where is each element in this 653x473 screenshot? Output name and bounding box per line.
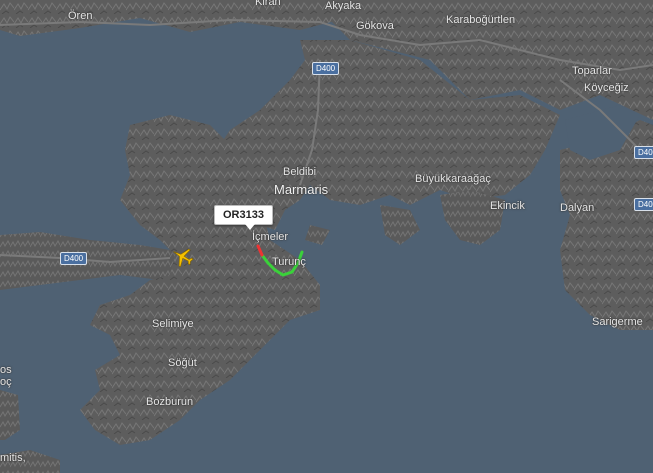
place-label-edge-3: mitis, [0,452,26,464]
place-label-edge-2: oç [0,376,12,388]
road-shield-d400: D400 [634,198,653,211]
place-label-akyaka: Akyaka [325,0,362,12]
place-label-buyukkaraagac: Büyükkaraağaç [415,173,491,185]
place-label-bozburun: Bozburun [146,396,194,408]
place-label-edge-1: os [0,364,12,376]
flight-tracker-map[interactable]: Ören Kiran Akyaka Gökova Karaboğürtlen T… [0,0,653,473]
place-label-karabogurtlen: Karaboğürtlen [446,14,516,26]
road-shield-d400: D400 [60,252,88,265]
place-label-kiran: Kiran [255,0,281,8]
place-label-koycegiz: Köyceğiz [584,82,629,94]
airplane-icon[interactable] [170,244,196,275]
road-shield-d400: D400 [312,62,340,75]
place-label-turunc: Turunç [272,256,306,268]
place-label-dalyan: Dalyan [560,202,595,214]
place-label-toparlar: Toparlar [572,65,612,77]
place-label-selimiye: Selimiye [152,318,194,330]
place-label-oren: Ören [68,10,93,22]
place-label-sogut: Söğüt [168,357,197,369]
place-label-sarigerme: Sarigerme [592,316,643,328]
road-shield-d400: D400 [634,146,653,159]
place-label-beldibi: Beldibi [283,166,317,178]
place-label-gokova: Gökova [356,20,394,32]
place-label-marmaris: Marmaris [274,182,329,197]
place-label-icmeler: İçmeler [252,231,289,243]
airplane-icon-glyph [173,248,194,268]
flight-callsign-label[interactable]: OR3133 [214,205,273,230]
place-label-ekincik: Ekincik [490,200,525,212]
